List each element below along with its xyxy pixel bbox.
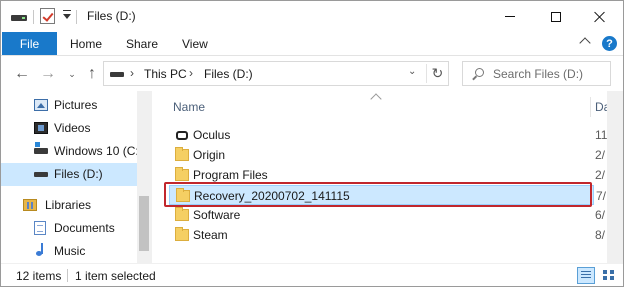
item-count: 12 items	[16, 269, 62, 283]
sidebar-item-pictures[interactable]: Pictures	[1, 94, 137, 117]
folder-icon	[175, 147, 189, 161]
selection-count: 1 item selected	[75, 269, 156, 283]
list-item[interactable]: Origin 2/	[169, 145, 605, 165]
maximize-button[interactable]	[533, 1, 579, 32]
sidebar-item-label: Videos	[54, 121, 91, 135]
refresh-button[interactable]: ↻	[426, 64, 448, 83]
tab-view[interactable]: View	[182, 37, 208, 51]
list-item[interactable]: Oculus 11	[169, 125, 607, 145]
folder-icon	[175, 167, 189, 181]
sidebar-item-label: Pictures	[54, 98, 98, 112]
sidebar-item-label: Music	[54, 244, 86, 258]
sidebar-item-videos[interactable]: Videos	[1, 117, 137, 140]
list-item[interactable]: Software 6/	[169, 205, 605, 225]
title-bar: Files (D:)	[1, 1, 623, 32]
address-bar[interactable]: › This PC › Files (D:) ⌄ ↻	[103, 61, 449, 86]
file-list-scrollbar[interactable]	[607, 91, 623, 263]
toolbar-separator	[33, 10, 34, 24]
toolbar-separator	[76, 10, 77, 24]
sidebar-item-documents[interactable]: Documents	[1, 217, 137, 240]
sidebar-item-files-d[interactable]: Files (D:)	[1, 163, 137, 186]
sidebar-item-label: Documents	[54, 221, 115, 235]
column-header-name[interactable]: Name	[173, 100, 205, 114]
tab-home[interactable]: Home	[70, 37, 102, 51]
close-button[interactable]	[577, 1, 623, 32]
search-icon	[475, 68, 484, 77]
file-date: 8/	[595, 228, 606, 242]
file-date: 6/	[595, 208, 606, 222]
minimize-icon	[505, 16, 515, 17]
music-icon	[34, 243, 46, 257]
quick-access-dropdown-icon[interactable]	[63, 10, 71, 19]
drive-icon	[110, 72, 124, 77]
file-name: Steam	[193, 228, 228, 242]
file-name: Origin	[193, 148, 226, 162]
search-input[interactable]	[493, 66, 608, 82]
help-icon[interactable]: ?	[602, 36, 617, 51]
navigation-row: ← → ⌄ ↑ › This PC › Files (D:) ⌄ ↻	[1, 57, 623, 91]
drive-icon	[34, 142, 48, 154]
maximize-icon	[551, 11, 561, 22]
sidebar-item-music[interactable]: Music	[1, 240, 137, 263]
list-item[interactable]: Program Files 2/	[169, 165, 605, 185]
breadcrumb-chevron-icon[interactable]: ›	[130, 66, 134, 80]
navigation-scrollbar[interactable]	[137, 91, 152, 263]
address-dropdown-icon[interactable]: ⌄	[408, 66, 416, 77]
pictures-icon	[34, 99, 48, 111]
breadcrumb-files-d[interactable]: Files (D:)	[204, 67, 253, 81]
large-icons-view-icon[interactable]	[600, 267, 618, 284]
status-bar: 12 items 1 item selected	[1, 263, 623, 286]
file-date: 2/	[595, 168, 606, 182]
documents-icon	[34, 221, 46, 235]
sidebar-item-libraries[interactable]: Libraries	[1, 194, 137, 217]
navigation-pane: Pictures Videos Windows 10 (C:) Files (D…	[1, 91, 152, 263]
up-button[interactable]: ↑	[83, 65, 101, 82]
recent-locations-dropdown[interactable]: ⌄	[63, 66, 81, 82]
file-list: Name Da Oculus 11 Origin 2/ Program File…	[152, 91, 623, 263]
sort-ascending-icon	[370, 93, 382, 105]
drive-icon	[11, 15, 27, 21]
libraries-icon	[23, 199, 37, 211]
file-name: Program Files	[193, 168, 268, 182]
sidebar-item-windows-c[interactable]: Windows 10 (C:)	[1, 140, 143, 163]
breadcrumb-chevron-icon[interactable]: ›	[189, 66, 193, 80]
search-box[interactable]	[462, 61, 611, 86]
videos-icon	[34, 122, 48, 134]
sidebar-item-label: Libraries	[45, 198, 92, 212]
tab-share[interactable]: Share	[126, 37, 158, 51]
back-button[interactable]: ←	[13, 65, 31, 82]
tab-file[interactable]: File	[2, 32, 57, 55]
file-name: Software	[193, 208, 241, 222]
sidebar-item-label: Windows 10 (C:)	[54, 144, 143, 158]
status-separator	[67, 269, 68, 282]
folder-icon	[176, 188, 190, 202]
file-explorer-window: Files (D:) File Home Share View ? ← → ⌄ …	[0, 0, 624, 287]
ribbon-tabs: File Home Share View ?	[1, 32, 623, 56]
sidebar-item-label: Files (D:)	[54, 167, 103, 181]
folder-icon	[175, 207, 189, 221]
file-date: 2/	[595, 148, 606, 162]
properties-check-icon[interactable]	[40, 8, 55, 24]
minimize-button[interactable]	[487, 1, 533, 32]
list-item-selected[interactable]: Recovery_20200702_141115 7/	[169, 185, 606, 205]
oculus-icon	[176, 131, 188, 140]
folder-icon	[175, 227, 189, 241]
details-view-icon[interactable]	[577, 267, 595, 284]
forward-button[interactable]: →	[39, 65, 57, 82]
drive-icon	[34, 172, 48, 177]
column-header-date[interactable]: Da	[595, 100, 607, 114]
scrollbar-thumb[interactable]	[139, 196, 149, 251]
breadcrumb-this-pc[interactable]: This PC	[144, 67, 187, 81]
close-icon	[594, 11, 606, 23]
file-name: Oculus	[193, 128, 231, 142]
list-item[interactable]: Steam 8/	[169, 225, 605, 245]
file-name: Recovery_20200702_141115	[194, 189, 350, 203]
window-title: Files (D:)	[87, 9, 136, 23]
column-divider[interactable]	[590, 97, 591, 117]
expand-ribbon-chevron-icon[interactable]	[579, 37, 591, 49]
file-date: 11	[595, 128, 607, 142]
